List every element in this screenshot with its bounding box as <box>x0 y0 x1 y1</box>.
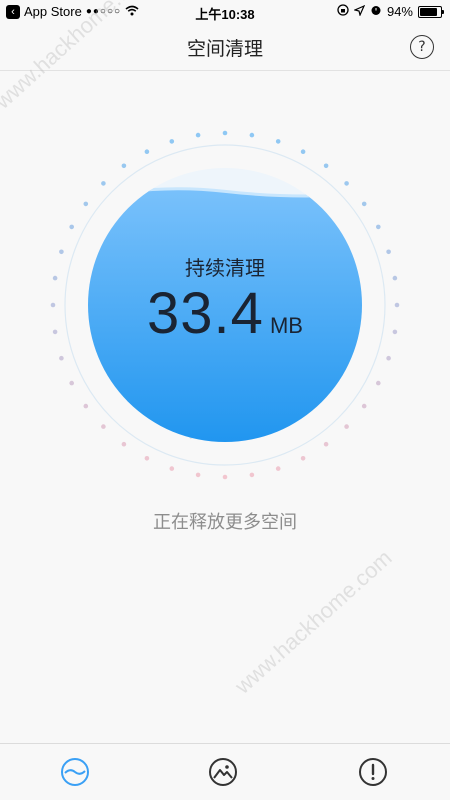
progress-dot <box>69 380 74 386</box>
gauge-label: 持续清理 <box>185 256 265 280</box>
progress-dot <box>101 181 106 186</box>
photo-circle-icon <box>209 758 237 786</box>
tab-photos[interactable] <box>208 757 238 787</box>
progress-dot <box>275 139 281 144</box>
status-message: 正在释放更多空间 <box>153 512 297 533</box>
location-icon <box>353 4 366 19</box>
page-title: 空间清理 <box>186 38 263 60</box>
progress-dot <box>300 456 306 461</box>
progress-dot <box>249 472 255 478</box>
cleaning-gauge: 持续清理 33.4 MB <box>0 130 450 480</box>
progress-dot <box>83 403 89 409</box>
progress-dot <box>169 466 175 471</box>
progress-dot <box>275 466 281 471</box>
progress-dot <box>361 201 367 207</box>
battery-percent: 94% <box>386 4 413 19</box>
progress-dot <box>195 132 201 138</box>
battery-icon <box>418 5 444 18</box>
status-right: 94% <box>337 4 444 19</box>
progress-dot <box>300 149 306 154</box>
tab-bar <box>0 743 450 800</box>
progress-dot <box>195 472 201 478</box>
help-icon[interactable]: ? <box>410 35 434 59</box>
progress-dot <box>101 424 106 429</box>
tab-clean[interactable] <box>60 757 90 787</box>
progress-dot <box>144 456 150 461</box>
progress-dot <box>222 130 228 136</box>
alert-circle-icon <box>359 758 387 786</box>
orientation-lock-icon <box>337 4 349 19</box>
progress-dot <box>121 441 127 447</box>
gauge-value: 33.4 <box>147 281 264 346</box>
progress-dot <box>376 380 381 386</box>
progress-dot <box>144 149 150 154</box>
gauge-unit: MB <box>269 313 303 338</box>
progress-dot <box>83 201 89 207</box>
progress-dot <box>361 403 367 409</box>
progress-dot <box>323 163 329 169</box>
progress-dot <box>59 355 64 361</box>
progress-dot <box>323 441 329 447</box>
status-bar: ‹ App Store ●●○○○ 上午10:38 94% <box>0 0 450 24</box>
wave-circle-icon <box>61 758 89 786</box>
progress-dot <box>169 139 175 144</box>
progress-dot <box>69 224 74 230</box>
progress-dot <box>386 355 391 361</box>
tab-alerts[interactable] <box>358 757 388 787</box>
progress-dot <box>376 224 381 230</box>
watermark-bottom: www.hackhome.com <box>230 545 397 699</box>
progress-dot <box>344 424 349 429</box>
progress-dot <box>344 181 349 186</box>
nav-bar: 空间清理 ? <box>0 24 450 71</box>
alarm-icon <box>370 4 382 19</box>
progress-dot <box>222 474 228 480</box>
progress-dot <box>249 132 255 138</box>
progress-dot <box>121 163 127 169</box>
gauge-value-row: 33.4 MB <box>0 280 450 347</box>
